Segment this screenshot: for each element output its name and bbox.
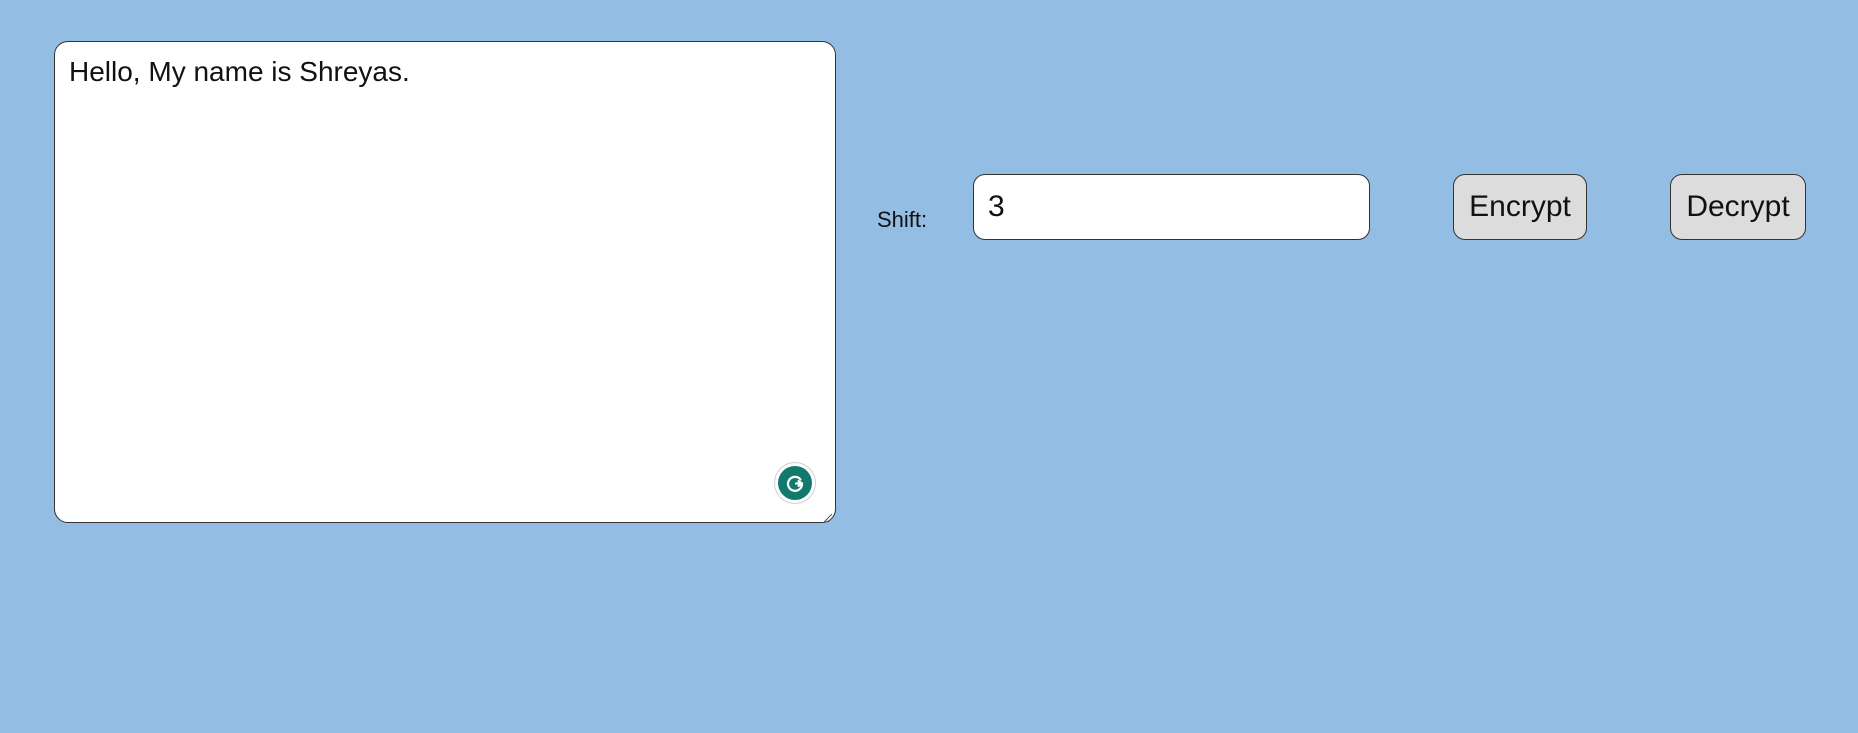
message-editor: Hello, My name is Shreyas.	[54, 41, 836, 523]
grammarly-inner-circle	[778, 466, 812, 500]
message-textarea[interactable]: Hello, My name is Shreyas.	[54, 41, 836, 523]
resize-grip-icon[interactable]	[823, 510, 833, 523]
encrypt-button[interactable]: Encrypt	[1453, 174, 1587, 240]
decrypt-button[interactable]: Decrypt	[1670, 174, 1806, 240]
shift-label: Shift:	[877, 207, 928, 232]
grammarly-badge-icon[interactable]	[774, 462, 816, 504]
shift-input[interactable]	[973, 174, 1370, 240]
grammarly-g-icon	[786, 475, 804, 492]
